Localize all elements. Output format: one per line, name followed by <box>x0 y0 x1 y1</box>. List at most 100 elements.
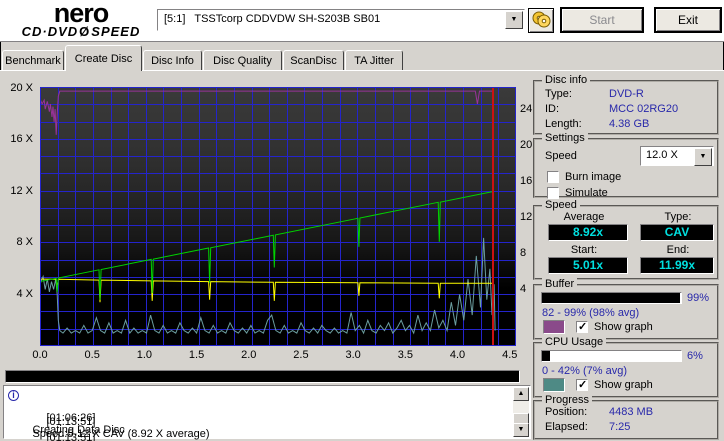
axis-tick-label: 8 X <box>16 236 33 249</box>
buffer-panel: Buffer 99% 82 - 99% (98% avg) Show graph <box>533 278 719 340</box>
axis-tick-label: 0.5 <box>84 349 100 361</box>
log-line: [01:13:51] Speed:5-12 X CAV (8.92 X aver… <box>8 404 209 440</box>
speed-panel-title: Speed <box>542 199 580 211</box>
series-rotation-speed-yellow <box>40 278 493 303</box>
average-speed-display: 8.92x <box>548 224 628 241</box>
tab-create-disc[interactable]: Create Disc <box>65 45 142 71</box>
cpu-percent: 6% <box>687 350 703 362</box>
burn-image-checkbox[interactable] <box>547 171 559 183</box>
progress-title: Progress <box>542 394 593 406</box>
axis-tick-label: 4 X <box>16 287 33 300</box>
buffer-show-graph-checkbox[interactable] <box>576 320 588 333</box>
axis-tick-label: 20 X <box>10 81 33 94</box>
tab-disc-quality[interactable]: Disc Quality <box>203 50 282 71</box>
discs-icon <box>532 11 551 27</box>
series-cpu-usage <box>40 237 496 335</box>
buffer-bar-fill <box>542 293 680 303</box>
elapsed-row: Elapsed: 7:25 <box>545 421 631 433</box>
chevron-down-icon: ▼ <box>510 16 518 23</box>
speed-label: Speed <box>545 150 577 162</box>
start-label: Start: <box>570 244 598 256</box>
cpu-usage-panel: CPU Usage 6% 0 - 42% (7% avg) Show graph <box>533 336 719 398</box>
nero-logo: nero CD·DVDØSPEED <box>6 0 156 39</box>
buffer-percent: 99% <box>687 292 710 304</box>
end-speed-display: 11.99x <box>640 257 714 274</box>
burn-graph-canvas <box>40 87 516 346</box>
axis-tick-label: 3.0 <box>345 349 361 361</box>
disc-id-row: ID: MCC 02RG20 <box>545 103 679 115</box>
drive-selector[interactable]: [5:1] TSSTcorp CDDVDW SH-S203B SB01 ▼ <box>157 9 525 31</box>
info-icon: i <box>8 390 19 401</box>
scroll-down-button[interactable]: ▼ <box>513 423 529 437</box>
nero-logo-text: nero <box>53 0 110 28</box>
cpu-range: 0 - 42% (7% avg) <box>542 365 627 377</box>
cd-dvd-speed-logo-text: CD·DVDØSPEED <box>21 24 141 39</box>
buffer-range: 82 - 99% (98% avg) <box>542 307 640 319</box>
tab-scandisc[interactable]: ScanDisc <box>283 50 344 71</box>
tab-benchmark[interactable]: Benchmark <box>2 50 64 71</box>
simulate-label: Simulate <box>565 187 608 199</box>
y-axis-left: 20 X 16 X 12 X 8 X 4 X <box>0 82 36 346</box>
end-label: End: <box>666 244 690 256</box>
axis-tick-label: 3.5 <box>397 349 413 361</box>
cpu-show-graph-checkbox[interactable] <box>576 378 588 391</box>
start-button[interactable]: Start <box>560 7 644 33</box>
tab-disc-info[interactable]: Disc Info <box>143 50 202 71</box>
cpu-bar <box>541 350 682 362</box>
log-scrollbar[interactable]: ▲ ▼ <box>513 387 529 437</box>
toolbar: nero CD·DVDØSPEED [5:1] TSSTcorp CDDVDW … <box>0 0 724 42</box>
disc-type-row: Type: DVD-R <box>545 88 644 100</box>
drive-selector-dropdown-button[interactable]: ▼ <box>505 11 523 29</box>
buffer-bar <box>541 292 682 304</box>
series-buffer-level <box>40 90 492 135</box>
cpu-color-swatch <box>543 378 565 392</box>
type-display: CAV <box>640 224 714 241</box>
buffer-title: Buffer <box>542 278 578 290</box>
disc-length-row: Length: 4.38 GB <box>545 118 650 130</box>
buffer-color-swatch <box>543 320 565 334</box>
speed-select-dropdown-button[interactable]: ▼ <box>694 148 712 166</box>
progress-panel: Progress Position: 4483 MB Elapsed: 7:25 <box>533 394 719 440</box>
log-timestamp: [01:13:51] <box>46 432 96 441</box>
burn-image-label: Burn image <box>565 171 622 183</box>
average-label: Average <box>563 211 605 223</box>
axis-tick-label: 4.0 <box>449 349 466 361</box>
speed-select-value: 12.0 X <box>646 149 678 161</box>
create-disc-page: 20 X 16 X 12 X8 X4 X 24 20 16 12 8 4 0.0 0.5 1.0 1… <box>0 70 724 441</box>
log-line: [01:13:51] Elapsed Time: 7:25 <box>8 420 130 441</box>
burn-progress-bar <box>5 370 520 383</box>
cpu-bar-fill <box>542 351 551 361</box>
arrow-down-icon: ▼ <box>517 426 525 433</box>
type-label: Type: <box>664 211 692 223</box>
disc-info-panel: Disc info Type: DVD-R ID: MCC 02RG20 Lengt… <box>533 74 719 135</box>
disc-glyph-icon: Ø <box>79 24 91 39</box>
disc-options-button[interactable] <box>528 8 554 33</box>
axis-tick-label: 4.5 <box>502 349 518 361</box>
cpu-usage-title: CPU Usage <box>542 336 607 348</box>
settings-panel: Settings Speed 12.0 X ▼ Burn image Simul… <box>533 132 719 199</box>
speed-panel: Speed Average Type: 8.92x CAV Start: End… <box>533 199 719 280</box>
cpu-show-graph-label: Show graph <box>594 379 653 391</box>
simulate-checkbox[interactable] <box>547 187 559 199</box>
status-log: i [01:06:26] Creating Data Disc [01:13:5… <box>3 385 531 441</box>
tab-ta-jitter[interactable]: TA Jitter <box>345 50 403 71</box>
x-axis: 0.0 0.5 1.0 1.5 2.0 2.5 3.0 3.5 4.0 4.5 <box>32 349 520 363</box>
log-line: i [01:06:26] Creating Data Disc <box>8 388 125 436</box>
burn-graph <box>40 87 516 346</box>
disc-info-title: Disc info <box>542 74 591 86</box>
buffer-show-graph-label: Show graph <box>594 321 653 333</box>
axis-tick-label: 2.0 <box>241 349 257 361</box>
burn-progress-fill <box>6 371 519 382</box>
start-speed-display: 5.01x <box>548 257 628 274</box>
axis-tick-label: 0.0 <box>32 349 48 361</box>
speed-select[interactable]: 12.0 X ▼ <box>640 146 714 166</box>
drive-selector-value: [5:1] TSSTcorp CDDVDW SH-S203B SB01 <box>164 13 381 25</box>
axis-tick-label: 1.5 <box>188 349 205 361</box>
axis-tick-label: 2.5 <box>293 349 309 361</box>
exit-button[interactable]: Exit <box>654 7 722 33</box>
nero-cd-dvd-speed-window: nero CD·DVDØSPEED [5:1] TSSTcorp CDDVDW … <box>0 0 724 441</box>
arrow-up-icon: ▲ <box>517 390 525 397</box>
settings-title: Settings <box>542 132 588 144</box>
position-row: Position: 4483 MB <box>545 406 654 418</box>
scroll-up-button[interactable]: ▲ <box>513 387 529 401</box>
